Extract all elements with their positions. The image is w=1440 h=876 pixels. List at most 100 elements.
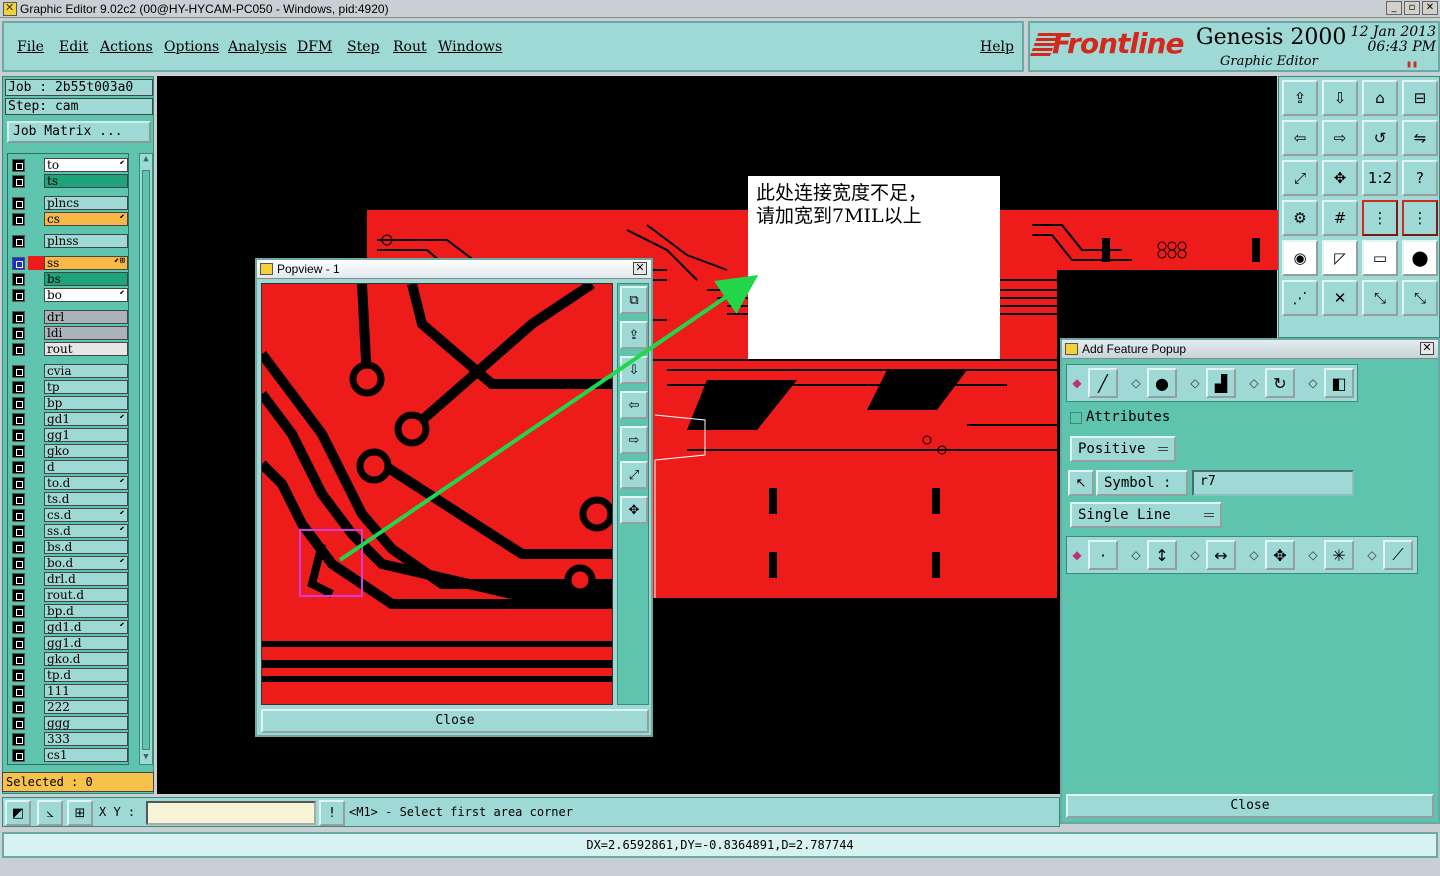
feature-pad-icon[interactable]: ◉ bbox=[1282, 240, 1318, 276]
layer-name[interactable]: drl.d bbox=[44, 572, 128, 586]
add-feature-titlebar[interactable]: Add Feature Popup ✕ bbox=[1062, 340, 1438, 359]
layer-row[interactable]: ts.d bbox=[10, 492, 128, 506]
layer-color-swatch[interactable] bbox=[28, 572, 44, 586]
pan-left-icon[interactable]: ⇦ bbox=[1282, 120, 1318, 156]
layer-name[interactable]: cvia bbox=[44, 364, 128, 378]
layer-row[interactable]: to.d ⬋ bbox=[10, 476, 128, 490]
undo-zoom-icon[interactable]: ↺ bbox=[1362, 120, 1398, 156]
layer-row[interactable]: cvia bbox=[10, 364, 128, 378]
layer-checkbox[interactable] bbox=[12, 327, 25, 340]
layer-row[interactable]: ggg bbox=[10, 716, 128, 730]
layer-name[interactable]: cs bbox=[44, 212, 128, 226]
menu-actions[interactable]: Actions bbox=[100, 39, 153, 55]
layer-color-swatch[interactable] bbox=[28, 524, 44, 538]
snap-point-icon[interactable]: · bbox=[1088, 540, 1118, 570]
layer-row[interactable]: bo.d ⬋ bbox=[10, 556, 128, 570]
layer-row[interactable]: cs ⬋ bbox=[10, 212, 128, 226]
popview-titlebar[interactable]: Popview - 1 ✕ bbox=[257, 260, 651, 279]
layer-name[interactable]: gg1 bbox=[44, 428, 128, 442]
layer-row[interactable]: ts bbox=[10, 174, 128, 188]
layer-name[interactable]: rout.d bbox=[44, 588, 128, 602]
layer-color-swatch[interactable] bbox=[28, 428, 44, 442]
popview-bottom-icon[interactable]: ⇩ bbox=[620, 356, 648, 384]
snap-star-icon[interactable]: ✳ bbox=[1324, 540, 1354, 570]
polarity-dropdown[interactable]: Positive bbox=[1070, 436, 1176, 462]
zoom-fit-icon[interactable]: ⤢ bbox=[1282, 160, 1318, 196]
popview-copy-icon[interactable]: ⧉ bbox=[620, 286, 648, 314]
connect-icon[interactable]: ⤡ bbox=[1362, 280, 1398, 316]
popview-fit-icon[interactable]: ⤢ bbox=[620, 461, 648, 489]
layer-checkbox[interactable] bbox=[12, 397, 25, 410]
layer-name[interactable]: bo bbox=[44, 288, 128, 302]
layer-checkbox[interactable] bbox=[12, 685, 25, 698]
layer-name[interactable]: 111 bbox=[44, 684, 128, 698]
layer-name[interactable]: 333 bbox=[44, 732, 128, 746]
layer-name[interactable]: ss.d bbox=[44, 524, 128, 538]
layer-row[interactable]: ss.d ⬋ bbox=[10, 524, 128, 538]
layer-name[interactable]: drl bbox=[44, 310, 128, 324]
grid-mode-icon[interactable]: ⊞ bbox=[67, 800, 93, 826]
layer-name[interactable]: bs.d bbox=[44, 540, 128, 554]
menu-options[interactable]: Options bbox=[164, 39, 219, 55]
layer-checkbox[interactable] bbox=[12, 175, 25, 188]
layer-checkbox[interactable] bbox=[12, 289, 25, 302]
home-bottom-icon[interactable]: ⇩ bbox=[1322, 80, 1358, 116]
layer-checkbox[interactable] bbox=[12, 557, 25, 570]
add-feature-close-button[interactable]: Close bbox=[1066, 794, 1434, 818]
attributes-checkbox[interactable] bbox=[1070, 412, 1082, 424]
layer-row[interactable]: to ⬋ bbox=[10, 158, 128, 172]
feature-select-icon[interactable]: ◇ bbox=[1306, 376, 1320, 390]
layer-color-swatch[interactable] bbox=[28, 732, 44, 746]
menu-step[interactable]: Step bbox=[347, 39, 379, 55]
line-tool-icon[interactable]: ╱ bbox=[1088, 368, 1118, 398]
layer-color-swatch[interactable] bbox=[28, 460, 44, 474]
layer-row[interactable]: plncs bbox=[10, 196, 128, 210]
layer-row[interactable]: ldi bbox=[10, 326, 128, 340]
layer-row[interactable]: bp.d bbox=[10, 604, 128, 618]
layer-checkbox[interactable] bbox=[12, 605, 25, 618]
layer-scrollbar[interactable]: ▲ ▼ bbox=[139, 153, 153, 765]
net-icon[interactable]: ⋰ bbox=[1282, 280, 1318, 316]
layer-name[interactable]: gko bbox=[44, 444, 128, 458]
layer-checkbox[interactable] bbox=[12, 273, 25, 286]
cross-icon[interactable]: ✕ bbox=[1322, 280, 1358, 316]
layer-checkbox[interactable] bbox=[12, 257, 25, 270]
layer-color-swatch[interactable] bbox=[28, 476, 44, 490]
layer-name[interactable]: cs1 bbox=[44, 748, 128, 762]
popview-right-icon[interactable]: ⇨ bbox=[620, 426, 648, 454]
snap-select-icon[interactable]: ◇ bbox=[1188, 548, 1202, 562]
swap-icon[interactable]: ⇋ bbox=[1402, 120, 1438, 156]
layer-checkbox[interactable] bbox=[12, 429, 25, 442]
layer-checkbox[interactable] bbox=[12, 381, 25, 394]
layer-name[interactable]: gko.d bbox=[44, 652, 128, 666]
layer-checkbox[interactable] bbox=[12, 541, 25, 554]
feature-select-icon[interactable]: ◇ bbox=[1188, 376, 1202, 390]
popview-canvas[interactable] bbox=[261, 283, 613, 705]
layer-checkbox[interactable] bbox=[12, 213, 25, 226]
layer-checkbox[interactable] bbox=[12, 445, 25, 458]
layer-name[interactable]: ggg bbox=[44, 716, 128, 730]
layers-red-icon[interactable]: ⋮ bbox=[1362, 200, 1398, 236]
layer-color-swatch[interactable] bbox=[28, 212, 44, 226]
layer-row[interactable]: 222 bbox=[10, 700, 128, 714]
layer-color-swatch[interactable] bbox=[28, 288, 44, 302]
layer-color-swatch[interactable] bbox=[28, 342, 44, 356]
layer-checkbox[interactable] bbox=[12, 197, 25, 210]
layer-checkbox[interactable] bbox=[12, 669, 25, 682]
arc-tool-icon[interactable]: ↻ bbox=[1265, 368, 1295, 398]
layer-color-swatch[interactable] bbox=[28, 508, 44, 522]
snap-vertical-icon[interactable]: ↕ bbox=[1147, 540, 1177, 570]
layer-row[interactable]: ss ⬋⊞ bbox=[10, 256, 128, 270]
layer-color-swatch[interactable] bbox=[28, 272, 44, 286]
layer-color-swatch[interactable] bbox=[28, 326, 44, 340]
settings-icon[interactable]: ⚙ bbox=[1282, 200, 1318, 236]
layer-row[interactable]: 333 bbox=[10, 732, 128, 746]
layer-checkbox[interactable] bbox=[12, 493, 25, 506]
connect2-icon[interactable]: ⤡ bbox=[1402, 280, 1438, 316]
snap-horizontal-icon[interactable]: ↔ bbox=[1206, 540, 1236, 570]
layer-row[interactable]: rout bbox=[10, 342, 128, 356]
layer-row[interactable]: cs1 bbox=[10, 748, 128, 762]
minimize-button[interactable]: _ bbox=[1386, 1, 1402, 15]
popview-left-icon[interactable]: ⇦ bbox=[620, 391, 648, 419]
layer-row[interactable]: 111 bbox=[10, 684, 128, 698]
